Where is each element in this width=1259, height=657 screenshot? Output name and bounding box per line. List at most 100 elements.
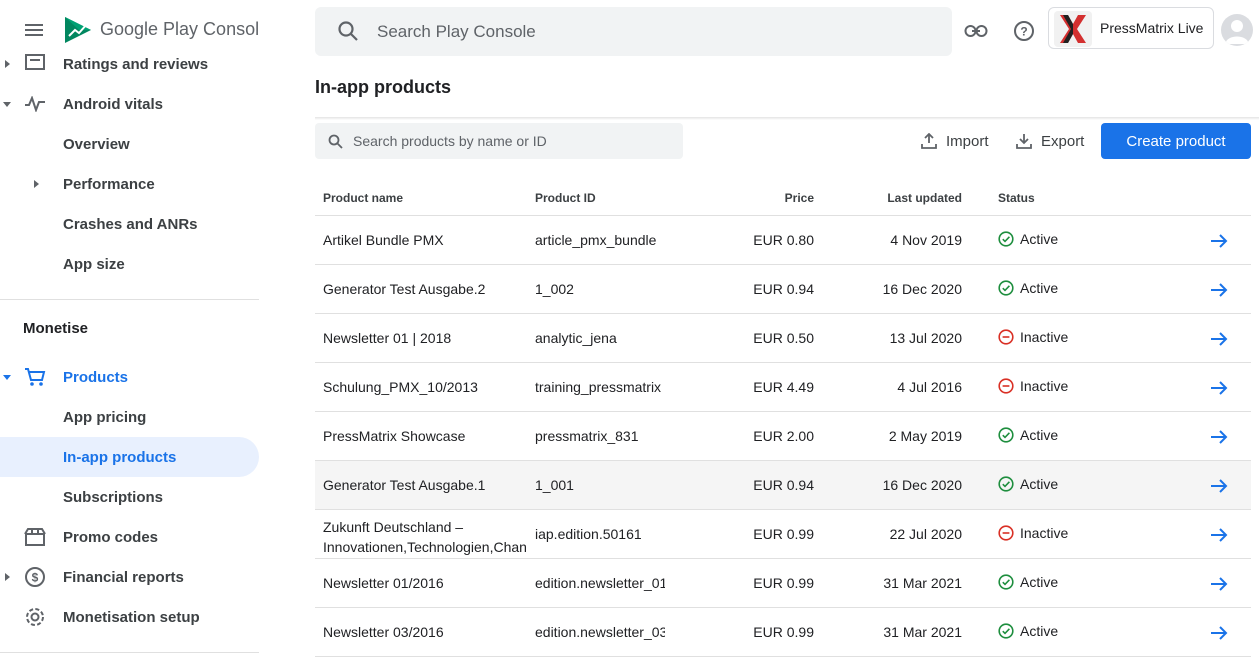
column-header-updated[interactable]: Last updated xyxy=(887,191,962,205)
table-row[interactable]: PressMatrix Showcase pressmatrix_831 EUR 2… xyxy=(315,412,1251,461)
svg-text:?: ? xyxy=(1020,25,1027,39)
gear-icon xyxy=(23,605,47,629)
product-id: edition.newsletter_03 xyxy=(535,624,665,640)
column-header-status[interactable]: Status xyxy=(998,191,1035,205)
product-name: Generator Test Ausgabe.2 xyxy=(323,281,486,297)
status-badge: Active xyxy=(998,280,1058,296)
sidebar-item-label: Subscriptions xyxy=(63,488,164,506)
minus-circle-icon xyxy=(998,329,1014,345)
arrow-right-icon[interactable] xyxy=(1208,524,1230,546)
product-id: article_pmx_bundle xyxy=(535,232,657,248)
sidebar-item-label: Ratings and reviews xyxy=(63,55,209,73)
last-updated: 16 Dec 2020 xyxy=(882,477,962,493)
create-product-button[interactable]: Create product xyxy=(1101,123,1251,159)
status-label: Active xyxy=(1020,231,1059,247)
sidebar-item-subscriptions[interactable]: Subscriptions xyxy=(0,477,259,517)
sidebar-item-ratings[interactable]: Ratings and reviews xyxy=(0,44,259,84)
product-search-input[interactable]: Search products by name or ID xyxy=(315,123,683,159)
arrow-right-icon[interactable] xyxy=(1208,328,1230,350)
table-row[interactable]: Schulung_PMX_10/2013 training_pressmatrix… xyxy=(315,363,1251,412)
menu-icon[interactable] xyxy=(23,21,45,39)
sidebar-item-promo-codes[interactable]: Promo codes xyxy=(0,517,259,557)
account-switcher[interactable]: PressMatrix Live xyxy=(1048,7,1214,49)
status-label: Active xyxy=(1020,574,1059,590)
sidebar-item-crashes[interactable]: Crashes and ANRs xyxy=(0,204,259,244)
import-button[interactable]: Import xyxy=(921,123,989,159)
arrow-right-icon[interactable] xyxy=(1208,377,1230,399)
column-header-id[interactable]: Product ID xyxy=(535,191,596,205)
caret-right-icon xyxy=(30,178,42,190)
products-table: Product name Product ID Price Last updat… xyxy=(315,180,1251,657)
sidebar-item-label: In-app products xyxy=(63,448,177,466)
last-updated: 2 May 2019 xyxy=(888,428,962,444)
status-badge: Active xyxy=(998,231,1058,247)
table-row[interactable]: Newsletter 01/2016 edition.newsletter_01 E… xyxy=(315,559,1251,608)
cart-icon xyxy=(23,365,47,389)
avatar-icon[interactable] xyxy=(1221,14,1253,46)
product-id: iap.edition.50161 xyxy=(535,526,642,542)
sidebar-item-label: Products xyxy=(63,368,129,386)
global-search-input[interactable]: Search Play Console xyxy=(315,7,952,56)
sidebar-divider xyxy=(0,299,259,300)
sidebar-item-android-vitals[interactable]: Android vitals xyxy=(0,84,259,124)
arrow-right-icon[interactable] xyxy=(1208,279,1230,301)
app-logo-text: Google Play Console xyxy=(100,19,259,39)
sidebar-item-app-pricing[interactable]: App pricing xyxy=(0,397,259,437)
sidebar-item-label: Android vitals xyxy=(63,95,164,113)
minus-circle-icon xyxy=(998,378,1014,394)
sidebar-item-overview[interactable]: Overview xyxy=(0,124,259,164)
link-icon[interactable] xyxy=(964,19,988,43)
table-header: Product name Product ID Price Last updat… xyxy=(315,180,1251,216)
status-badge: Inactive xyxy=(998,378,1068,394)
ratings-icon xyxy=(23,52,47,76)
product-price: EUR 0.99 xyxy=(753,575,814,591)
product-id: edition.newsletter_01 xyxy=(535,575,665,591)
arrow-right-icon[interactable] xyxy=(1208,622,1230,644)
status-label: Active xyxy=(1020,623,1059,639)
status-label: Inactive xyxy=(1020,378,1069,394)
arrow-right-icon[interactable] xyxy=(1208,426,1230,448)
column-header-name[interactable]: Product name xyxy=(323,191,403,205)
table-row[interactable]: Newsletter 01 | 2018 analytic_jena EUR 0.5… xyxy=(315,314,1251,363)
status-badge: Inactive xyxy=(998,329,1068,345)
sidebar-item-products[interactable]: Products xyxy=(0,357,259,397)
status-badge: Active xyxy=(998,476,1058,492)
table-row[interactable]: Zukunft Deutschland – Innovationen,Techn… xyxy=(315,510,1251,559)
help-icon[interactable]: ? xyxy=(1012,19,1036,43)
dollar-icon: $ xyxy=(23,565,47,589)
product-id: 1_002 xyxy=(535,281,574,297)
column-header-price[interactable]: Price xyxy=(785,191,814,205)
svg-text:$: $ xyxy=(32,571,39,585)
status-label: Active xyxy=(1020,476,1059,492)
section-title-monetise: Monetise xyxy=(23,320,89,337)
sidebar: Google Play Console Ratings and reviews … xyxy=(0,0,259,656)
sidebar-item-label: Crashes and ANRs xyxy=(63,215,198,233)
caret-down-icon xyxy=(1,371,13,383)
sidebar-item-financial-reports[interactable]: $ Financial reports xyxy=(0,557,259,597)
status-label: Active xyxy=(1020,427,1059,443)
product-price: EUR 0.80 xyxy=(753,232,814,248)
sidebar-item-performance[interactable]: Performance xyxy=(0,164,259,204)
sidebar-item-app-size[interactable]: App size xyxy=(0,244,259,284)
arrow-right-icon[interactable] xyxy=(1208,573,1230,595)
caret-right-icon xyxy=(1,571,13,583)
check-circle-icon xyxy=(998,623,1014,639)
check-circle-icon xyxy=(998,427,1014,443)
status-badge: Active xyxy=(998,574,1058,590)
arrow-right-icon[interactable] xyxy=(1208,230,1230,252)
last-updated: 31 Mar 2021 xyxy=(883,575,962,591)
table-row[interactable]: Newsletter 03/2016 edition.newsletter_03 E… xyxy=(315,608,1251,657)
sidebar-item-monetisation-setup[interactable]: Monetisation setup xyxy=(0,597,259,637)
arrow-right-icon[interactable] xyxy=(1208,475,1230,497)
sidebar-item-label: Monetisation setup xyxy=(63,608,200,626)
sidebar-item-in-app-products[interactable]: In-app products xyxy=(0,437,259,477)
table-row[interactable]: Generator Test Ausgabe.1 1_001 EUR 0.94 16 … xyxy=(315,461,1251,510)
export-button[interactable]: Export xyxy=(1016,123,1084,159)
status-label: Active xyxy=(1020,280,1059,296)
table-row[interactable]: Artikel Bundle PMX article_pmx_bundle EUR … xyxy=(315,216,1251,265)
check-circle-icon xyxy=(998,476,1014,492)
product-price: EUR 0.94 xyxy=(753,477,814,493)
status-badge: Inactive xyxy=(998,525,1068,541)
product-name: PressMatrix Showcase xyxy=(323,428,466,444)
table-row[interactable]: Generator Test Ausgabe.2 1_002 EUR 0.94 16 … xyxy=(315,265,1251,314)
